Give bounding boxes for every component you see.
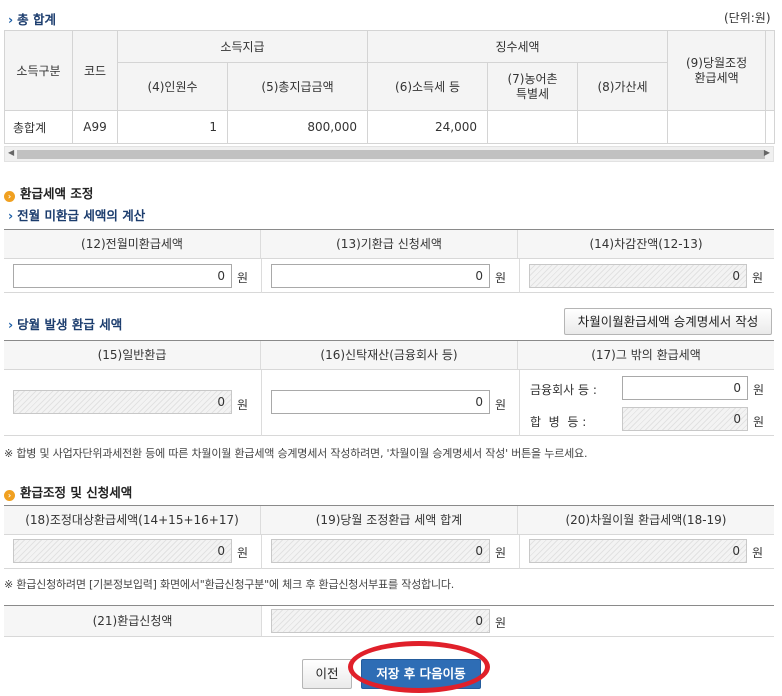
refund-request-title: › 환급조정 및 신청세액 [4,482,132,501]
won-label: 원 [495,398,507,412]
won-label: 원 [495,616,507,630]
current-month-title: › 당월 발생 환급 세액 [8,317,123,332]
horizontal-scrollbar[interactable]: ◀ ▶ [4,146,774,162]
cell-count: 1 [117,110,228,144]
refund-request-header: (18)조정대상환급세액(14+15+16+17) (19)당월 조정환급 세액… [4,505,774,535]
header-col20: (20)차월이월 환급세액(18-19) [565,513,727,527]
header-col9: (9)당월조정 환급세액 [667,30,767,111]
header-col6: (6)소득세 등 [367,62,489,111]
won-label: 원 [752,271,764,285]
carryover-note: ※ 합병 및 사업자단위과세전환 등에 따른 차월이월 환급세액 승계명세서 작… [4,447,588,460]
cell-code: A99 [72,110,118,144]
won-label: 원 [753,415,765,429]
cell-total-paid: 800,000 [226,110,369,144]
header-code: 코드 [72,30,118,111]
next-month-carryover-readonly: 0 [529,539,747,563]
header-income-type: 소득구분 [4,30,73,111]
header-col15: (15)일반환급 [4,341,261,369]
header-tax-withheld: 징수세액 [367,30,669,63]
header-col12: (12)전월미환급세액 [4,230,261,258]
header-col19: (19)당월 조정환급 세액 합계 [261,506,518,534]
chevron-right-icon: › [8,12,14,27]
won-label: 원 [237,271,249,285]
financial-input[interactable]: 0 [622,376,748,400]
trust-property-input[interactable]: 0 [271,390,490,414]
apply-amount-readonly: 0 [271,609,490,633]
header-col14: (14)차감잔액(12-13) [589,237,703,251]
header-col18: (18)조정대상환급세액(14+15+16+17) [4,506,261,534]
scroll-left-icon[interactable]: ◀ [8,148,14,157]
already-refunded-input[interactable]: 0 [271,264,490,288]
header-col7: (7)농어촌 특별세 [487,62,579,111]
prev-button[interactable]: 이전 [302,659,352,689]
header-income-paid: 소득지급 [116,30,369,63]
won-label: 원 [753,383,765,397]
summary-table: 소득구분 코드 소득지급 징수세액 (9)당월조정 환급세액 (4)인원수 (5… [4,30,776,144]
merger-label: 합 병 등 : [530,415,587,429]
chevron-right-icon: › [8,208,14,223]
header-col13: (13)기환급 신청세액 [261,230,518,258]
balance-readonly: 0 [529,264,747,288]
cell-refund-adjust [667,110,767,144]
adjust-target-readonly: 0 [13,539,232,563]
chevron-right-icon: › [8,317,14,332]
won-label: 원 [495,271,507,285]
chevron-circle-icon: › [4,191,15,202]
refund-request-note: ※ 환급신청하려면 [기본정보입력] 화면에서"환급신청구분"에 체크 후 환급… [4,578,455,591]
cell-income-type: 총합계 [4,110,73,144]
chevron-circle-icon: › [4,490,15,501]
month-adjust-total-readonly: 0 [271,539,490,563]
merger-readonly: 0 [622,407,748,431]
won-label: 원 [495,546,507,560]
prev-unrefunded-input[interactable]: 0 [13,264,232,288]
financial-label: 금융회사 등 : [530,383,597,397]
scrollbar-thumb[interactable] [17,150,765,159]
scroll-right-icon[interactable]: ▶ [764,148,770,157]
carryover-statement-button[interactable]: 차월이월환급세액 승계명세서 작성 [564,308,772,335]
won-label: 원 [237,398,249,412]
header-col4: (4)인원수 [117,62,228,111]
current-month-header: (15)일반환급 (16)신탁재산(금융회사 등) (17)그 밖의 환급세액 [4,340,774,370]
prev-month-title: › 전월 미환급 세액의 계산 [8,208,146,223]
cell-rural-tax [487,110,579,144]
table-row: 총합계 A99 1 800,000 24,000 [4,110,776,144]
apply-label: (21)환급신청액 [4,606,262,636]
cell-income-tax: 24,000 [367,110,489,144]
refund-adjust-title: › 환급세액 조정 [4,183,93,202]
header-col17: (17)그 밖의 환급세액 [591,348,701,362]
unit-label: (단위:원) [724,11,771,25]
header-col5: (5)총지급금액 [226,62,369,111]
header-col8: (8)가산세 [577,62,669,111]
header-col16: (16)신탁재산(금융회사 등) [261,341,518,369]
won-label: 원 [237,546,249,560]
general-refund-readonly: 0 [13,390,232,414]
summary-title: › 총 합계 [8,12,57,27]
save-next-button[interactable]: 저장 후 다음이동 [361,659,481,689]
won-label: 원 [752,546,764,560]
prev-month-header: (12)전월미환급세액 (13)기환급 신청세액 (14)차감잔액(12-13) [4,229,774,259]
cell-penalty [577,110,669,144]
